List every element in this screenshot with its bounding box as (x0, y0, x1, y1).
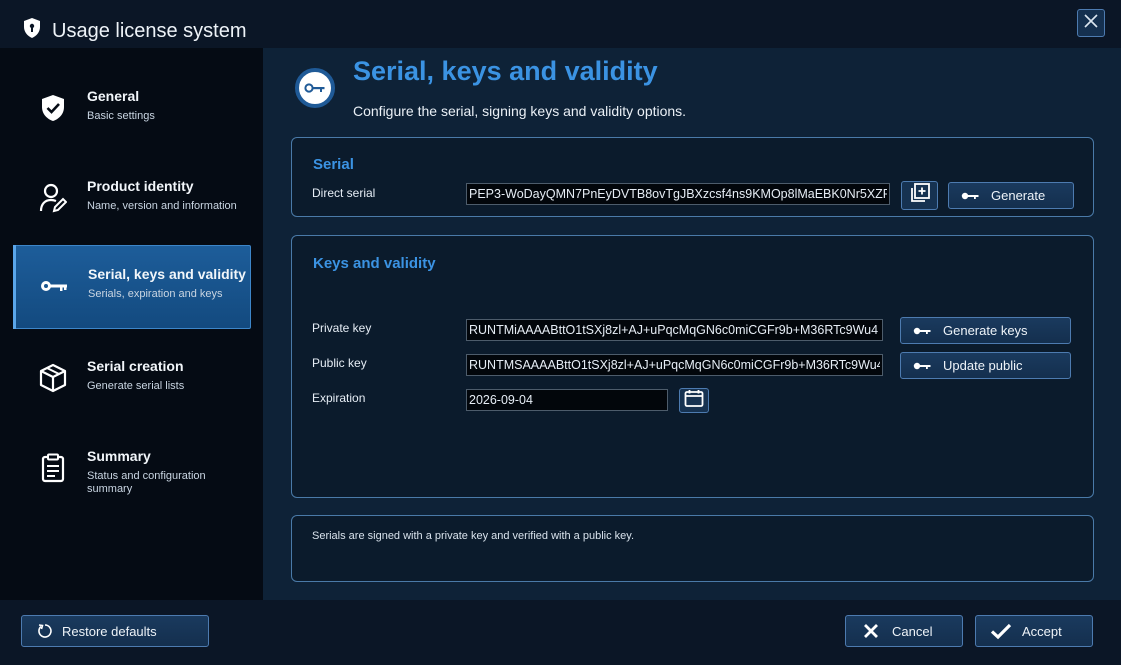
keys-validity-panel: Keys and validity Private key Generate k… (291, 235, 1094, 498)
sidebar-item-subtitle: Name, version and information (87, 200, 237, 212)
keys-panel-title: Keys and validity (313, 255, 436, 272)
sidebar-item-subtitle: Generate serial lists (87, 380, 185, 392)
add-serial-button[interactable] (901, 181, 938, 210)
calendar-button[interactable] (679, 388, 709, 413)
accept-label: Accept (1022, 623, 1062, 639)
serial-panel: Serial Direct serial Generate (291, 137, 1094, 217)
restore-icon (36, 621, 54, 641)
calendar-icon (684, 389, 704, 412)
generate-serial-label: Generate (991, 188, 1046, 203)
restore-defaults-button[interactable]: Restore defaults (21, 615, 209, 647)
title-bar: Usage license system (0, 0, 1121, 48)
close-button[interactable] (1077, 9, 1105, 37)
direct-serial-input[interactable] (466, 183, 890, 205)
expiration-label: Expiration (312, 391, 366, 405)
cancel-button[interactable]: Cancel (845, 615, 963, 647)
key-icon (913, 324, 933, 338)
sidebar-item-subtitle: Status and configuration summary (87, 470, 206, 495)
sidebar-item-title: Serial, keys and validity (88, 266, 246, 282)
checkmark-icon (990, 621, 1012, 641)
info-note-text: Serials are signed with a private key an… (312, 530, 635, 542)
restore-defaults-label: Restore defaults (62, 623, 157, 639)
sidebar-item-subtitle: Serials, expiration and keys (88, 288, 223, 300)
clipboard-icon (37, 452, 69, 484)
key-icon (913, 359, 933, 373)
sidebar-item-serial-keys-validity[interactable]: Serial, keys and validity Serials, expir… (13, 245, 251, 329)
window-title: Usage license system (52, 20, 247, 42)
add-copy-icon (909, 182, 931, 209)
sidebar-item-title: Summary (87, 448, 151, 464)
public-key-input[interactable] (466, 354, 883, 376)
close-icon (1083, 13, 1099, 34)
direct-serial-label: Direct serial (312, 186, 376, 200)
private-key-label: Private key (312, 321, 372, 335)
sidebar-item-title: Product identity (87, 178, 194, 194)
info-note-panel: Serials are signed with a private key an… (291, 515, 1094, 582)
private-key-input[interactable] (466, 319, 883, 341)
shield-check-icon (37, 92, 69, 124)
shield-icon (22, 17, 42, 39)
generate-keys-label: Generate keys (943, 323, 1028, 338)
header-key-icon (295, 68, 335, 108)
key-icon (961, 189, 981, 203)
sidebar-item-general[interactable]: General Basic settings (13, 68, 251, 152)
footer-bar: Restore defaults Cancel Accept (0, 600, 1121, 665)
sidebar-item-serial-creation[interactable]: Serial creation Generate serial lists (13, 338, 251, 422)
accept-button[interactable]: Accept (975, 615, 1093, 647)
generate-serial-button[interactable]: Generate (948, 182, 1074, 209)
cancel-label: Cancel (892, 623, 933, 639)
public-key-label: Public key (312, 356, 367, 370)
sidebar-item-subtitle: Basic settings (87, 110, 155, 122)
update-public-label: Update public (943, 358, 1023, 373)
page-title: Serial, keys and validity (353, 56, 658, 86)
generate-keys-button[interactable]: Generate keys (900, 317, 1071, 344)
sidebar-item-summary[interactable]: Summary Status and configuration summary (13, 428, 251, 512)
serial-panel-title: Serial (313, 156, 354, 173)
user-edit-icon (37, 182, 69, 214)
sidebar-item-title: General (87, 88, 140, 104)
cancel-x-icon (860, 621, 882, 641)
update-public-button[interactable]: Update public (900, 352, 1071, 379)
page-description: Configure the serial, signing keys and v… (353, 103, 687, 119)
sidebar: General Basic settings Product identity … (0, 48, 263, 600)
key-icon (38, 270, 70, 302)
sidebar-item-product-identity[interactable]: Product identity Name, version and infor… (13, 158, 251, 242)
expiration-input[interactable] (466, 389, 668, 411)
sidebar-item-title: Serial creation (87, 358, 184, 374)
box-icon (37, 362, 69, 394)
